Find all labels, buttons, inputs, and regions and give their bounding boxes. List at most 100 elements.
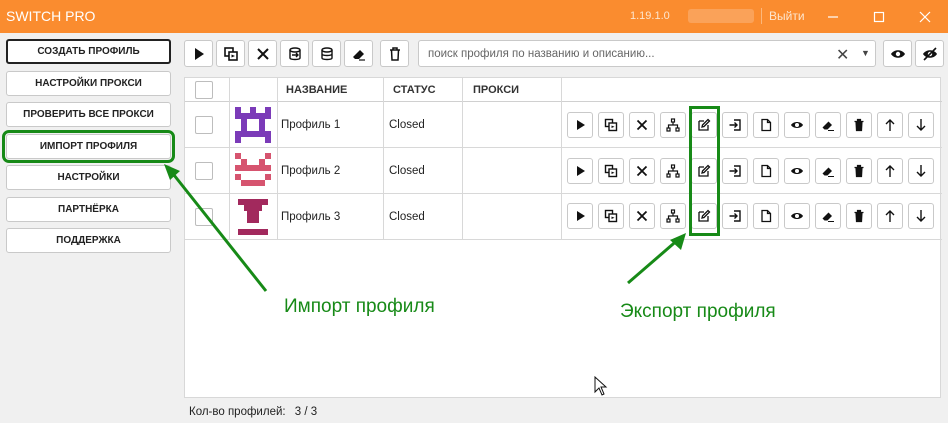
profile-name: Профиль 3 xyxy=(281,211,341,223)
clear-profile-button[interactable] xyxy=(815,112,841,138)
check-all-proxies-button[interactable]: ПРОВЕРИТЬ ВСЕ ПРОКСИ xyxy=(6,102,171,127)
close-icon xyxy=(636,210,648,222)
column-proxy[interactable]: ПРОКСИ xyxy=(473,78,519,102)
trash-icon xyxy=(854,164,864,178)
create-profile-button[interactable]: СОЗДАТЬ ПРОФИЛЬ xyxy=(6,39,171,64)
open-profile-button[interactable] xyxy=(722,112,748,138)
copy-icon xyxy=(604,118,618,132)
clear-selected-button[interactable] xyxy=(344,40,373,67)
start-profile-button[interactable] xyxy=(567,158,593,184)
cursor-icon xyxy=(594,376,608,396)
status-bar: Кол-во профилей: 3 / 3 xyxy=(189,406,317,418)
trash-icon xyxy=(854,118,864,132)
clone-selected-button[interactable] xyxy=(216,40,245,67)
import-profile-button[interactable]: ИМПОРТ ПРОФИЛЯ xyxy=(2,130,175,163)
copy-profile-button[interactable] xyxy=(753,203,779,229)
clone-profile-button[interactable] xyxy=(598,203,624,229)
redacted-user xyxy=(688,9,754,23)
search-input[interactable]: поиск профиля по названию и описанию... xyxy=(428,48,655,60)
play-icon xyxy=(194,47,204,60)
title-separator xyxy=(761,8,762,24)
copy-icon xyxy=(223,46,238,61)
start-profile-button[interactable] xyxy=(567,112,593,138)
open-profile-button[interactable] xyxy=(722,203,748,229)
trash-icon xyxy=(854,209,864,223)
stop-profile-button[interactable] xyxy=(629,158,655,184)
move-up-button[interactable] xyxy=(877,112,903,138)
support-button[interactable]: ПОДДЕРЖКА xyxy=(6,228,171,253)
column-name[interactable]: НАЗВАНИЕ xyxy=(286,78,347,102)
close-icon xyxy=(919,11,931,22)
proxy-profile-button[interactable] xyxy=(660,158,686,184)
avatar xyxy=(235,153,271,186)
row-checkbox[interactable] xyxy=(195,116,213,134)
partner-button[interactable]: ПАРТНЁРКА xyxy=(6,197,171,222)
move-down-button[interactable] xyxy=(908,158,934,184)
open-profile-button[interactable] xyxy=(722,158,748,184)
show-profile-button[interactable] xyxy=(784,203,810,229)
stop-profile-button[interactable] xyxy=(629,112,655,138)
delete-profile-button[interactable] xyxy=(846,112,872,138)
show-profile-button[interactable] xyxy=(784,158,810,184)
clear-profile-button[interactable] xyxy=(815,203,841,229)
clone-profile-button[interactable] xyxy=(598,158,624,184)
stop-profile-button[interactable] xyxy=(629,203,655,229)
play-icon xyxy=(577,120,585,130)
proxy-profile-button[interactable] xyxy=(660,112,686,138)
delete-profile-button[interactable] xyxy=(846,203,872,229)
move-up-button[interactable] xyxy=(877,158,903,184)
eye-icon xyxy=(791,122,803,128)
database-button[interactable] xyxy=(312,40,341,67)
export-database-button[interactable] xyxy=(280,40,309,67)
move-down-button[interactable] xyxy=(908,112,934,138)
profile-count-label: Кол-во профилей: xyxy=(189,406,286,418)
clear-search-icon[interactable]: ✕ xyxy=(836,45,849,65)
move-up-button[interactable] xyxy=(877,203,903,229)
version-label: 1.19.1.0 xyxy=(630,10,670,22)
minimize-button[interactable] xyxy=(810,0,856,33)
proxy-settings-button[interactable]: НАСТРОЙКИ ПРОКСИ xyxy=(6,71,171,96)
eraser-icon xyxy=(352,49,365,61)
delete-selected-button[interactable] xyxy=(380,40,409,67)
import-note: Импорт профиля xyxy=(284,296,435,317)
row-checkbox[interactable] xyxy=(195,162,213,180)
close-window-button[interactable] xyxy=(902,0,948,33)
login-icon xyxy=(729,165,741,177)
eye-icon xyxy=(791,213,803,219)
chevron-down-icon[interactable]: ▼ xyxy=(861,48,870,58)
show-button[interactable] xyxy=(883,40,912,67)
arrow-up-icon xyxy=(885,119,895,131)
avatar xyxy=(238,199,268,235)
stop-selected-button[interactable] xyxy=(248,40,277,67)
profile-status: Closed xyxy=(389,119,425,131)
column-status[interactable]: СТАТУС xyxy=(393,78,436,102)
table-header: НАЗВАНИЕ СТАТУС ПРОКСИ xyxy=(185,78,942,102)
copy-profile-button[interactable] xyxy=(753,158,779,184)
logout-link[interactable]: Выйти xyxy=(769,9,805,23)
copy-icon xyxy=(604,164,618,178)
show-profile-button[interactable] xyxy=(784,112,810,138)
profile-status: Closed xyxy=(389,165,425,177)
network-icon xyxy=(666,164,680,178)
settings-button[interactable]: НАСТРОЙКИ xyxy=(6,165,171,190)
select-all-checkbox[interactable] xyxy=(195,81,213,99)
eraser-icon xyxy=(822,212,834,222)
arrow-up-icon xyxy=(885,210,895,222)
eraser-icon xyxy=(822,121,834,131)
maximize-button[interactable] xyxy=(856,0,902,33)
profile-search[interactable]: поиск профиля по названию и описанию... … xyxy=(418,40,876,67)
eye-off-icon xyxy=(922,46,937,61)
file-icon xyxy=(761,118,772,132)
hide-button[interactable] xyxy=(915,40,944,67)
row-checkbox[interactable] xyxy=(195,208,213,226)
login-icon xyxy=(729,119,741,131)
clone-profile-button[interactable] xyxy=(598,112,624,138)
proxy-profile-button[interactable] xyxy=(660,203,686,229)
clear-profile-button[interactable] xyxy=(815,158,841,184)
delete-profile-button[interactable] xyxy=(846,158,872,184)
start-profile-button[interactable] xyxy=(567,203,593,229)
start-selected-button[interactable] xyxy=(184,40,213,67)
trash-icon xyxy=(389,46,400,61)
move-down-button[interactable] xyxy=(908,203,934,229)
copy-profile-button[interactable] xyxy=(753,112,779,138)
